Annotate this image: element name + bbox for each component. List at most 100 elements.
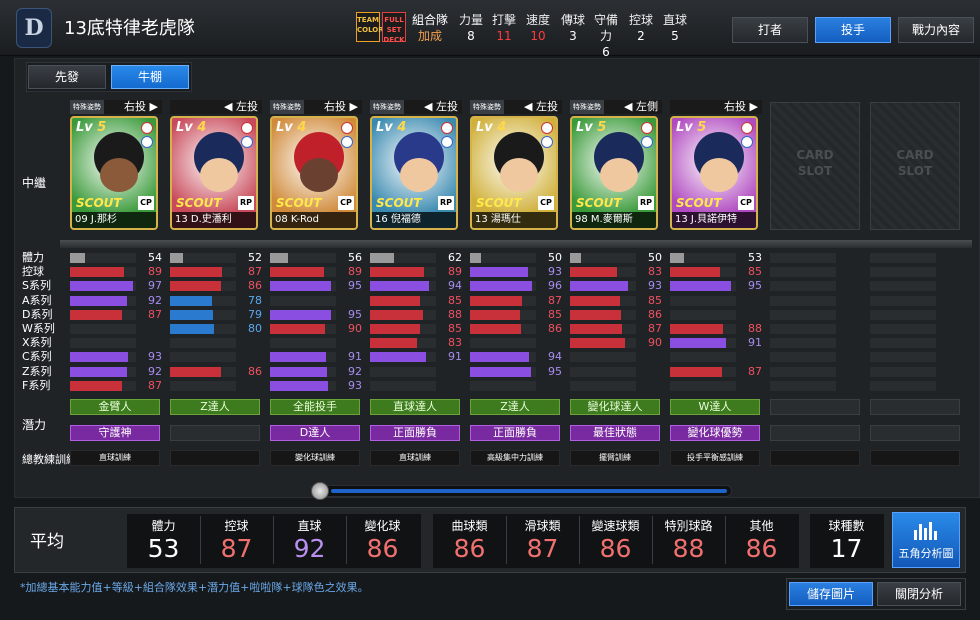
stat-bar-row: 85 [470,307,562,322]
bar-chart-icon [914,522,937,540]
batter-button[interactable]: 打者 [732,17,808,43]
stat-bar [270,324,336,334]
potential-1[interactable]: 變化球達人 [570,399,660,415]
player-face-icon [600,158,638,192]
player-card[interactable]: Lv 4 SCOUT RP 13 D.史潘利 [170,116,258,230]
element-icon [541,122,553,134]
stat-bar [770,309,836,320]
stat-bar-row [370,366,462,379]
stat-bar [70,253,136,263]
potential-2[interactable]: 正面勝負 [470,425,560,441]
player-name: 13 湯瑪仕 [472,212,556,228]
card-level-prefix: Lv [76,120,98,135]
coach-training[interactable]: 高級集中力訓練 [470,450,560,466]
stat-bar [370,338,436,349]
stat-value: 92 [148,293,162,307]
save-image-button[interactable]: 儲存圖片 [789,582,873,606]
stat-bar [770,352,836,363]
pitching-hand-bar: ◀ 左投 [170,100,262,114]
stat-label: 體力 [22,251,44,264]
stat-bar-fill [170,267,222,278]
stat-bar-row: 85 [370,294,462,308]
coach-training[interactable]: 擺臂訓練 [570,450,660,466]
scroll-slider[interactable] [311,482,732,500]
coach-training[interactable] [170,450,260,466]
stat-value: 53 [748,251,762,264]
stat-value: 85 [748,265,762,279]
stat-bar-row: 94 [370,280,462,293]
potential-1[interactable]: 金臂人 [70,399,160,415]
coach-training[interactable]: 投手平衡感訓練 [670,450,760,466]
stat-value: 86 [248,364,262,378]
stat-bar-row [870,280,962,293]
stat-bar-fill [70,267,124,278]
combo-stat-label: 打擊 [491,13,516,27]
player-card[interactable]: Lv 5 SCOUT CP 13 J.貝諾伊特 [670,116,758,230]
stat-bar-row: 86 [170,280,262,293]
stat-bar [470,380,536,391]
stat-bar-row [270,337,362,350]
close-analysis-button[interactable]: 關閉分析 [877,582,961,606]
average-cell-label: 球種數 [828,519,865,533]
stat-bar [770,380,836,391]
stat-bar [570,295,636,306]
stat-bar-fill [170,324,214,334]
card-level-value: 4 [397,120,407,135]
strength-content-button[interactable]: 戰力內容 [898,17,974,43]
stat-value: 85 [548,307,562,321]
stat-bar-fill [570,281,629,292]
coach-training[interactable]: 直球訓練 [370,450,460,466]
empty-card-slot[interactable]: CARD SLOT [870,102,960,230]
stat-bar-fill [270,281,331,292]
player-card[interactable]: Lv 4 SCOUT CP 13 湯瑪仕 [470,116,558,230]
stat-bar-row: 91 [370,351,462,364]
potential-2[interactable] [170,425,260,441]
stat-bar-row [870,252,962,265]
coach-training[interactable]: 直球訓練 [70,450,160,466]
potential-2[interactable]: 正面勝負 [370,425,460,441]
potential-1[interactable]: Z達人 [470,399,560,415]
potential-2[interactable]: D達人 [270,425,360,441]
stat-bar-row: 96 [470,280,562,293]
pitcher-type-badge: RP [238,196,254,210]
average-label: 平均 [30,532,64,552]
player-card[interactable]: Lv 4 SCOUT CP 08 K-Rod [270,116,358,230]
stat-value: 85 [448,322,462,335]
potential-1 [770,399,860,415]
slider-knob[interactable] [311,482,329,500]
stat-bar-row [870,366,962,379]
pentagon-analysis-button[interactable]: 五角分析圖 [892,512,960,568]
potential-1[interactable]: 全能投手 [270,399,360,415]
stat-bar-row [70,323,162,336]
stat-bar-fill [570,295,620,306]
potential-2[interactable]: 最佳狀態 [570,425,660,441]
potential-1[interactable]: Z達人 [170,399,260,415]
potential-2[interactable]: 變化球優勢 [670,425,760,441]
special-motion-tag: 特殊姿勢 [370,100,404,114]
stat-label: A系列 [22,293,52,307]
stat-bar-row [770,380,862,393]
stat-value: 86 [248,279,262,293]
player-card[interactable]: Lv 4 SCOUT RP 16 倪福德 [370,116,458,230]
pitcher-button[interactable]: 投手 [815,17,891,43]
coach-training[interactable]: 變化球訓練 [270,450,360,466]
stat-value: 94 [448,279,462,293]
player-card[interactable]: Lv 5 SCOUT CP 09 J.那杉 [70,116,158,230]
potential-2[interactable]: 守護神 [70,425,160,441]
stat-bar [270,253,336,263]
stat-bar [470,366,536,377]
potential-1[interactable]: W達人 [670,399,760,415]
element-icon [241,122,253,134]
stat-bar [470,281,536,292]
stat-bar [370,324,436,334]
tab-bullpen[interactable]: 牛棚 [111,65,189,89]
player-card[interactable]: Lv 5 SCOUT RP 98 M.麥爾斯 [570,116,658,230]
tab-starters[interactable]: 先發 [28,65,106,89]
empty-card-slot[interactable]: CARD SLOT [770,102,860,230]
stat-value: 83 [648,265,662,279]
average-cell-value: 92 [293,534,326,563]
stat-bar [70,281,136,292]
potential-1[interactable]: 直球達人 [370,399,460,415]
player-face-icon [400,158,438,192]
card-level: Lv 4 [376,120,406,135]
